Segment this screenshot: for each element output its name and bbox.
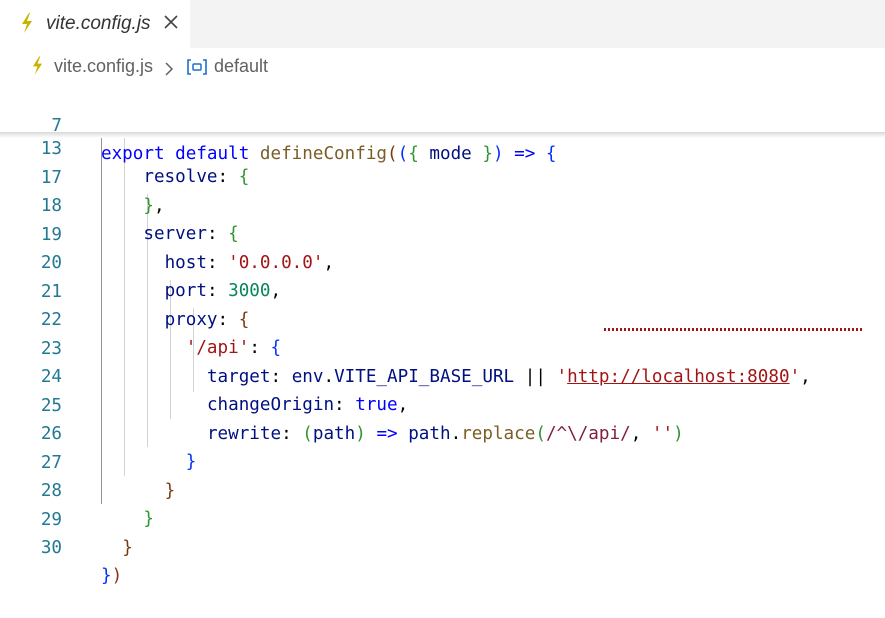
lint-squiggle	[604, 328, 862, 331]
code-line-row[interactable]: 25 rewrite: (path) => path.replace(/^\/a…	[0, 364, 885, 444]
tab-bar: vite.config.js	[0, 0, 885, 48]
breadcrumb-symbol[interactable]: default	[214, 56, 268, 77]
vite-bolt-icon	[32, 56, 43, 80]
code-line: })	[101, 566, 123, 586]
code-line-row[interactable]: 24 changeOrigin: true,	[0, 335, 885, 415]
sticky-scroll-shadow	[0, 132, 885, 138]
chevron-right-icon	[164, 60, 174, 81]
symbol-variable-icon	[186, 59, 208, 80]
line-number: 30	[40, 538, 62, 558]
code-line-row[interactable]: 19 host: '0.0.0.0',	[0, 193, 885, 273]
sticky-line[interactable]: 13 resolve: {	[0, 107, 885, 187]
code-line-row[interactable]: 30 })	[0, 506, 885, 586]
code-line-row[interactable]: 27 }	[0, 421, 885, 501]
code-line-row[interactable]: 21 proxy: {	[0, 250, 885, 330]
breadcrumb: vite.config.js default	[0, 48, 885, 84]
code-line: }	[122, 538, 133, 558]
code-line-row[interactable]: 17 },	[0, 136, 885, 216]
code-line-row[interactable]: 26 }	[0, 392, 885, 472]
tab-vite-config[interactable]: vite.config.js	[0, 0, 190, 48]
code-line-row[interactable]: 29 }	[0, 478, 885, 558]
code-editor[interactable]: 7 export default defineConfig(({ mode })…	[0, 84, 885, 586]
close-icon[interactable]	[163, 14, 179, 35]
code-line-row[interactable]: 22 '/api': {	[0, 278, 885, 358]
tab-title: vite.config.js	[46, 13, 151, 34]
breadcrumb-file[interactable]: vite.config.js	[54, 56, 153, 77]
vite-bolt-icon	[21, 13, 33, 38]
code-line-row[interactable]: 28 }	[0, 449, 885, 529]
code-line-row[interactable]: 18 server: {	[0, 164, 885, 244]
code-line-row[interactable]: 20 port: 3000,	[0, 221, 885, 301]
